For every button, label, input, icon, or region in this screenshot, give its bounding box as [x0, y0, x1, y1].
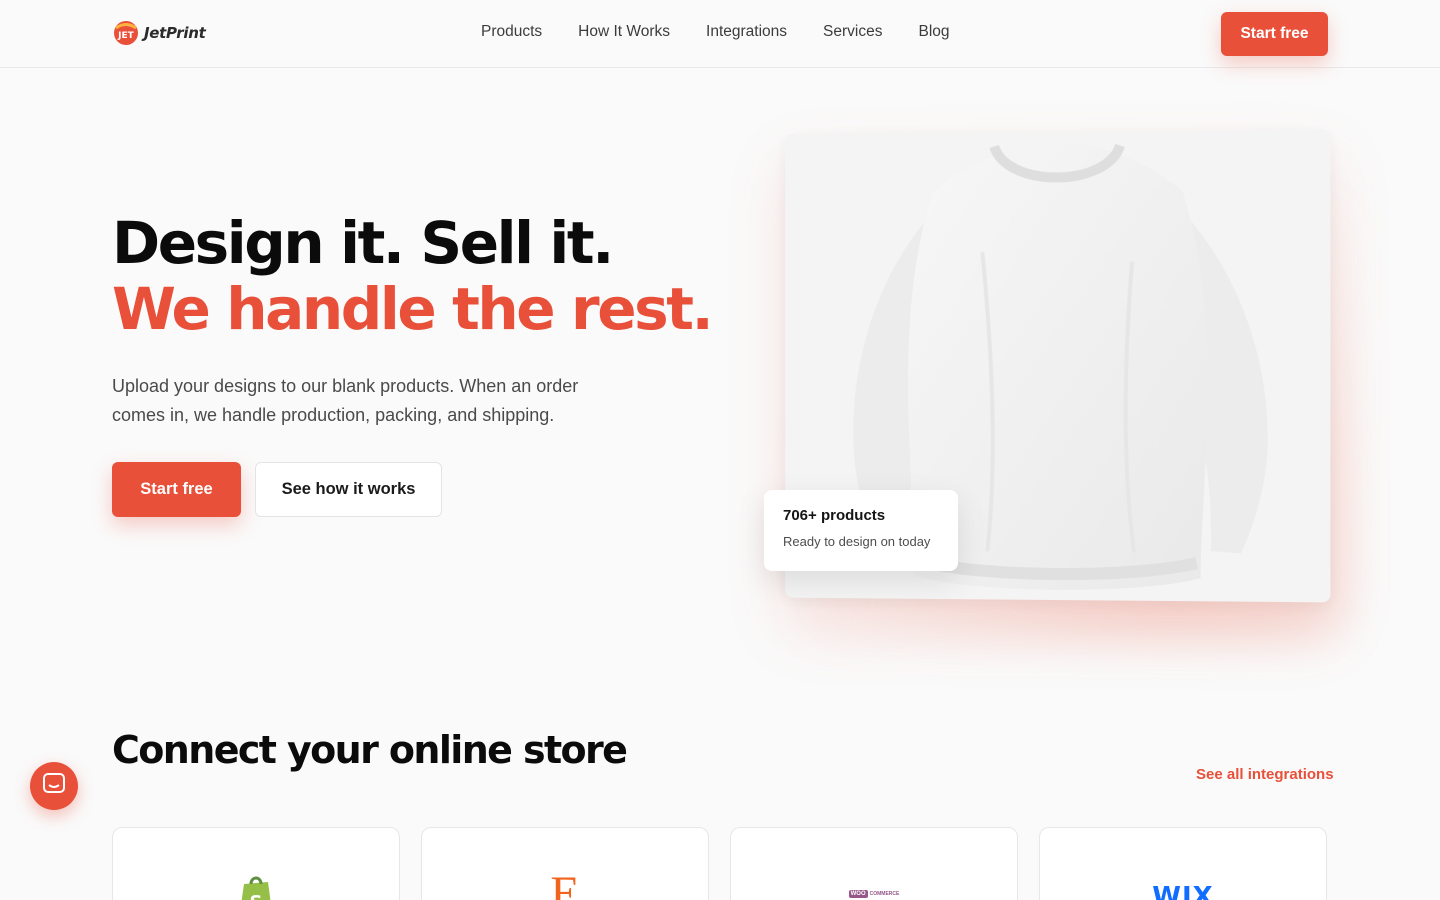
nav-item-services[interactable]: Services	[823, 23, 882, 41]
main-nav: Products How It Works Integrations Servi…	[481, 23, 986, 41]
hero-title: Design it. Sell it. We handle the rest.	[112, 209, 714, 343]
logo-mark-text: JET	[117, 31, 134, 41]
hero-title-accent: We handle the rest.	[112, 275, 714, 343]
woocommerce-icon: WOO	[848, 890, 868, 898]
logo-mark-icon: JET	[112, 19, 140, 47]
integration-card-etsy[interactable]: E	[421, 827, 709, 900]
chat-launcher-button[interactable]	[30, 762, 78, 810]
see-all-integrations-link[interactable]: See all integrations	[1196, 766, 1334, 783]
hero-title-dark: Design it. Sell it.	[112, 209, 614, 277]
brand-logo[interactable]: JET JetPrint	[112, 18, 206, 48]
svg-text:S: S	[250, 892, 263, 900]
nav-item-integrations[interactable]: Integrations	[706, 23, 787, 41]
integrations-title: Connect your online store	[112, 728, 628, 772]
nav-item-products[interactable]: Products	[481, 23, 542, 41]
nav-item-how-it-works[interactable]: How It Works	[578, 23, 670, 41]
nav-item-blog[interactable]: Blog	[918, 23, 949, 41]
products-stat-card: 706+ products Ready to design on today	[764, 490, 958, 571]
hero-subtitle: Upload your designs to our blank product…	[112, 376, 579, 425]
integration-card-shopify[interactable]: S	[112, 827, 400, 900]
site-header: JET JetPrint Products How It Works Integ…	[0, 0, 1440, 68]
etsy-icon: E	[550, 867, 580, 900]
integration-card-woocommerce[interactable]: WOO COMMERCE	[730, 827, 1018, 900]
integration-card-wix[interactable]: WIX	[1039, 827, 1327, 900]
header-start-free-button[interactable]: Start free	[1221, 12, 1328, 56]
shopify-icon: S	[236, 872, 276, 900]
woocommerce-label: COMMERCE	[869, 891, 900, 897]
wix-icon: WIX	[1152, 882, 1214, 900]
see-how-it-works-button[interactable]: See how it works	[255, 462, 442, 517]
products-stat-label: Ready to design on today	[783, 534, 931, 549]
brand-name: JetPrint	[144, 24, 206, 42]
products-stat-value: 706+ products	[783, 507, 886, 524]
chat-icon	[43, 772, 65, 800]
hero-start-free-button[interactable]: Start free	[112, 462, 241, 517]
